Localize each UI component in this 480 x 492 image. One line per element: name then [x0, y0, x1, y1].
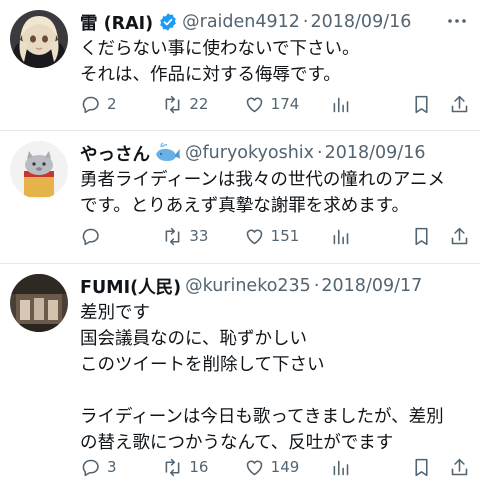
separator: ·: [302, 12, 309, 32]
tweet-header: FUMI(人民) @kurineko235 · 2018/09/17: [80, 274, 470, 298]
timestamp[interactable]: 2018/09/17: [321, 276, 422, 296]
share-icon: [451, 95, 468, 112]
verified-badge-icon: [158, 12, 178, 32]
tweet-text: 勇者ライディーンは我々の世代の憧れのアニメ です。とりあえず真摯な謝罪を求めます…: [80, 170, 446, 216]
user-handle[interactable]: @furyokyoshix: [185, 143, 314, 163]
views-button[interactable]: [330, 94, 411, 115]
like-button[interactable]: 149: [244, 457, 330, 478]
like-count: 174: [270, 95, 300, 113]
tweet-text: くだらない事に使わないで下さい。 それは、作品に対する侮辱です。: [80, 39, 360, 85]
like-button[interactable]: 151: [244, 226, 330, 247]
reply-icon: [82, 96, 99, 113]
bookmark-button[interactable]: [411, 226, 449, 247]
tweet-header: やっさん @furyokyoshix · 2018/09/16: [80, 141, 470, 165]
share-button[interactable]: [449, 94, 470, 115]
display-name[interactable]: 雷 (RAI): [80, 10, 153, 35]
views-button[interactable]: [330, 226, 411, 247]
tweet[interactable]: やっさん @furyokyoshix · 2018/09/16 勇者ライディーン…: [0, 131, 480, 264]
whale-emoji-icon: [153, 142, 181, 164]
reply-icon: [82, 459, 99, 476]
avatar[interactable]: [10, 274, 68, 332]
retweet-button[interactable]: 33: [162, 226, 243, 247]
separator: ·: [317, 143, 323, 163]
tweet[interactable]: FUMI(人民) @kurineko235 · 2018/09/17 差別です …: [0, 264, 480, 492]
user-handle[interactable]: @raiden4912: [182, 12, 300, 32]
bookmark-icon: [415, 227, 428, 245]
retweet-count: 22: [189, 95, 209, 113]
timestamp[interactable]: 2018/09/16: [311, 12, 412, 32]
retweet-button[interactable]: 22: [162, 94, 243, 115]
avatar[interactable]: [10, 10, 68, 68]
views-button[interactable]: [330, 457, 411, 478]
retweet-count: 33: [189, 227, 209, 245]
bookmark-icon: [415, 95, 428, 113]
share-button[interactable]: [449, 457, 470, 478]
retweet-count: 16: [189, 458, 209, 476]
analytics-icon: [333, 229, 349, 244]
bookmark-button[interactable]: [411, 94, 449, 115]
like-count: 149: [270, 458, 300, 476]
user-handle[interactable]: @kurineko235: [185, 276, 311, 296]
tweet[interactable]: 雷 (RAI) @raiden4912 · 2018/09/16 くだらない事に…: [0, 0, 480, 131]
bookmark-icon: [415, 458, 428, 476]
share-icon: [451, 458, 468, 475]
timestamp[interactable]: 2018/09/16: [325, 143, 426, 163]
reply-button[interactable]: 3: [80, 457, 162, 478]
like-button[interactable]: 174: [244, 94, 330, 115]
share-button[interactable]: [449, 226, 470, 247]
retweet-icon: [165, 227, 180, 245]
tweet-actions: 3 16 149: [80, 455, 470, 479]
display-name[interactable]: FUMI(人民): [80, 274, 181, 299]
reply-button[interactable]: [80, 226, 162, 247]
like-count: 151: [270, 227, 300, 245]
retweet-icon: [165, 458, 180, 476]
reply-button[interactable]: 2: [80, 94, 162, 115]
share-icon: [451, 227, 468, 244]
heart-icon: [246, 97, 262, 112]
tweet-text: 差別です 国会議員なのに、恥ずかしい このツイートを削除して下さい ライディーン…: [80, 303, 444, 453]
reply-count: 2: [107, 95, 117, 113]
heart-icon: [246, 460, 262, 475]
analytics-icon: [333, 460, 349, 475]
avatar[interactable]: [10, 141, 68, 199]
tweet-header: 雷 (RAI) @raiden4912 · 2018/09/16: [80, 10, 470, 34]
tweet-actions: 2 22 174: [80, 92, 470, 116]
retweet-button[interactable]: 16: [162, 457, 243, 478]
tweet-actions: 33 151: [80, 224, 470, 248]
bookmark-button[interactable]: [411, 457, 449, 478]
analytics-icon: [333, 97, 349, 112]
reply-icon: [82, 228, 99, 245]
retweet-icon: [165, 95, 180, 113]
separator: ·: [313, 276, 320, 296]
more-icon[interactable]: [446, 10, 468, 32]
display-name[interactable]: やっさん: [80, 141, 150, 166]
heart-icon: [246, 229, 262, 244]
reply-count: 3: [107, 458, 117, 476]
